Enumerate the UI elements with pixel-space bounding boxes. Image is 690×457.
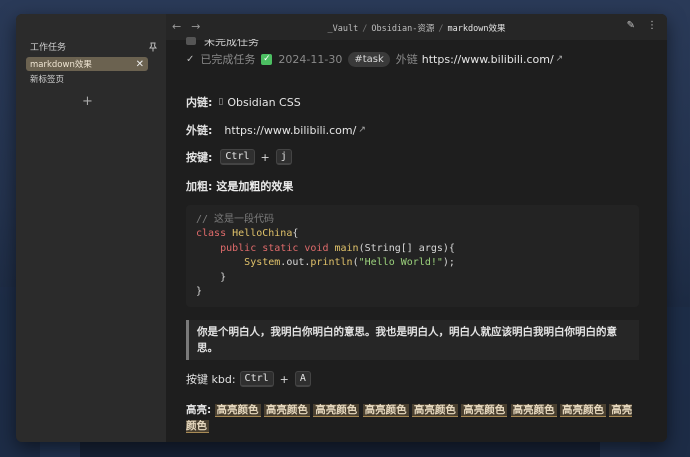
task-text: 未完成任务 <box>204 35 259 48</box>
task-checkbox[interactable] <box>186 37 196 45</box>
code-object: System <box>244 257 281 269</box>
code-keyword: class <box>196 228 227 240</box>
highlight-text: 高亮颜色 <box>510 404 557 417</box>
code-class-name: HelloChina <box>232 228 293 240</box>
document-icon: ▯ <box>218 97 224 107</box>
code-paren: ); <box>442 257 455 269</box>
code-block: // 这是一段代码 class HelloChina{ public stati… <box>186 205 639 307</box>
sidebar-header: 工作任务 <box>30 40 158 53</box>
highlight-text: 高亮颜色 <box>313 404 360 417</box>
more-options-icon[interactable]: ⋮ <box>647 20 657 31</box>
quote-text: 你是个明白人，我明白你明白的意思。我也是明白人，明白人就应该明白我明白你明白的意… <box>197 326 617 354</box>
kbd-key: A <box>294 371 311 387</box>
kbd-label: 按键 kbd: <box>186 373 236 386</box>
task-done: ✓ 已完成任务 ✓ 2024-11-30 #task 外链 https://ww… <box>186 51 639 67</box>
tab-new-tab[interactable]: 新标签页 <box>26 72 148 86</box>
kbd-row: 按键 kbd: Ctrl + A <box>186 370 639 388</box>
breadcrumb-current[interactable]: markdown效果 <box>448 24 506 34</box>
highlight-text: 高亮颜色 <box>263 404 310 417</box>
external-link-row: 外链: https://www.bilibili.com/ ↗ <box>186 122 639 138</box>
code-params: (String[] args){ <box>358 242 455 254</box>
task-text: 已完成任务 <box>200 53 256 66</box>
highlight-label: 高亮: <box>186 404 212 416</box>
task-tag[interactable]: #task <box>348 51 390 67</box>
editor-pane: ← → _Vault / Obsidian-资源 / markdown效果 ✎ ⋮ 未完… <box>166 14 667 442</box>
highlight-text: 高亮颜色 <box>362 404 409 417</box>
plus-sign: + <box>260 150 270 164</box>
code-brace: } <box>196 285 203 297</box>
kbd-key: Ctrl <box>239 371 274 387</box>
highlight-text: 高亮颜色 <box>559 404 606 417</box>
checked-checkbox-icon[interactable]: ✓ <box>261 53 273 65</box>
check-icon: ✓ <box>186 53 195 65</box>
external-link[interactable]: https://www.bilibili.com/ <box>224 124 356 137</box>
code-member: .out. <box>280 257 311 269</box>
bold-row: 加粗: 这是加粗的效果 <box>186 178 639 194</box>
tab-markdown-effect[interactable]: markdown效果 ✕ <box>26 57 148 71</box>
code-keyword: public static void <box>220 242 329 254</box>
keys-row: 按键: Ctrl + j <box>186 148 639 166</box>
kbd-key: Ctrl <box>220 149 255 165</box>
keys-label: 按键: <box>186 151 213 164</box>
code-string: "Hello World!" <box>358 257 443 269</box>
internal-link-label: 内链: <box>186 96 213 109</box>
highlight-text: 高亮颜色 <box>411 404 458 417</box>
highlight-text: 高亮颜色 <box>461 404 508 417</box>
task-incomplete: 未完成任务 <box>186 34 639 48</box>
internal-link[interactable]: Obsidian CSS <box>227 96 300 109</box>
external-link-icon: ↗ <box>358 125 366 135</box>
external-link-label: 外链: <box>186 124 213 137</box>
ext-link-label: 外链 <box>395 53 418 66</box>
breadcrumb: _Vault / Obsidian-资源 / markdown效果 <box>327 24 506 34</box>
code-brace: { <box>292 228 299 240</box>
bold-label: 加粗: <box>186 180 213 193</box>
note-content: 未完成任务 ✓ 已完成任务 ✓ 2024-11-30 #task 外链 http… <box>186 37 639 442</box>
pin-icon[interactable] <box>148 42 158 52</box>
code-method: main <box>334 242 359 254</box>
bold-text: 这是加粗的效果 <box>216 180 294 193</box>
breadcrumb-item[interactable]: Obsidian-资源 <box>371 24 434 34</box>
workspace-title: 工作任务 <box>30 43 67 53</box>
obsidian-window: 工作任务 markdown效果 ✕ 新标签页 + ← → _Vault / Obsi… <box>16 14 667 442</box>
close-icon[interactable]: ✕ <box>136 59 144 70</box>
edit-pencil-icon[interactable]: ✎ <box>627 20 635 31</box>
highlight-row: 高亮: 高亮颜色 高亮颜色 高亮颜色 高亮颜色 高亮颜色 高亮颜色 高亮颜色 高… <box>186 402 639 434</box>
code-brace: } <box>220 271 227 283</box>
new-tab-plus-icon[interactable]: + <box>82 94 93 109</box>
code-method: println <box>310 257 353 269</box>
breadcrumb-item[interactable]: _Vault <box>328 24 359 34</box>
tab-label: markdown效果 <box>30 60 92 70</box>
tab-label: 新标签页 <box>30 75 65 85</box>
plus-sign: + <box>279 372 289 386</box>
internal-link-row: 内链: ▯ Obsidian CSS <box>186 94 639 110</box>
highlight-text: 高亮颜色 <box>214 404 261 417</box>
blockquote: 你是个明白人，我明白你明白的意思。我也是明白人，明白人就应该明白我明白你明白的意… <box>186 320 639 360</box>
sidebar: 工作任务 markdown效果 ✕ 新标签页 + <box>16 14 167 442</box>
task-date: 2024-11-30 <box>278 52 343 66</box>
external-link[interactable]: https://www.bilibili.com/ <box>422 53 554 66</box>
code-comment: // 这是一段代码 <box>196 214 275 225</box>
external-link-icon: ↗ <box>555 54 564 64</box>
kbd-key: j <box>275 149 292 165</box>
